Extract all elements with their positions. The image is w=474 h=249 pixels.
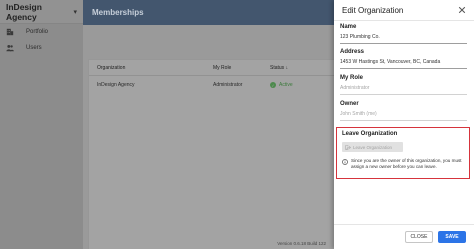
name-label: Name bbox=[340, 24, 357, 30]
leave-organization-section: Leave Organization Leave Organization Si… bbox=[336, 127, 470, 179]
version-label: Version 0.6.18 Build 122 bbox=[277, 241, 326, 246]
owner-field: John Smith (me) bbox=[340, 111, 467, 121]
check-circle-icon: ✓ bbox=[270, 82, 276, 88]
address-field[interactable]: 1453 W Hastings St, Vancouver, BC, Canad… bbox=[340, 59, 467, 69]
edit-organization-drawer: Edit Organization Name 123 Plumbing Co. … bbox=[334, 0, 474, 249]
name-field[interactable]: 123 Plumbing Co. bbox=[340, 34, 467, 44]
column-header-status-label: Status bbox=[270, 65, 285, 71]
table-row[interactable]: InDesign Agency Administrator ✓ Active bbox=[89, 77, 337, 93]
role-field: Administrator bbox=[340, 85, 467, 95]
brand-name: InDesign Agency bbox=[6, 1, 42, 22]
drawer-footer: CLOSE SAVE bbox=[334, 224, 474, 249]
address-field-group: Address 1453 W Hastings St, Vancouver, B… bbox=[340, 49, 467, 69]
owner-field-group: Owner John Smith (me) bbox=[340, 101, 467, 121]
sidebar-item-portfolio[interactable]: Portfolio bbox=[0, 24, 83, 40]
address-label: Address bbox=[340, 49, 365, 55]
sidebar: InDesign Agency ▾ Portfolio Users bbox=[0, 0, 83, 249]
role-label: My Role bbox=[340, 75, 364, 81]
caret-down-icon: ▾ bbox=[73, 8, 77, 16]
leave-organization-button: Leave Organization bbox=[342, 142, 403, 152]
leave-section-title: Leave Organization bbox=[342, 131, 398, 137]
column-header-organization[interactable]: Organization bbox=[97, 65, 125, 71]
leave-button-label: Leave Organization bbox=[353, 144, 393, 150]
table-header: Organization My Role Status ↓ bbox=[89, 60, 337, 76]
leave-note: Since you are the owner of this organiza… bbox=[342, 158, 466, 170]
cell-organization: InDesign Agency bbox=[97, 82, 135, 88]
sidebar-item-users[interactable]: Users bbox=[0, 40, 83, 56]
sidebar-item-label: Portfolio bbox=[26, 29, 49, 35]
users-icon bbox=[6, 44, 14, 52]
main-content: Organization My Role Status ↓ InDesign A… bbox=[83, 25, 338, 249]
memberships-table: Organization My Role Status ↓ InDesign A… bbox=[88, 59, 338, 249]
drawer-title: Edit Organization bbox=[342, 5, 404, 15]
status-badge: Active bbox=[279, 82, 293, 88]
owner-label: Owner bbox=[340, 101, 359, 107]
column-header-status[interactable]: Status ↓ bbox=[270, 65, 288, 71]
sidebar-item-label: Users bbox=[26, 45, 42, 51]
info-icon bbox=[342, 159, 348, 165]
exit-icon bbox=[345, 144, 351, 150]
close-button[interactable]: CLOSE bbox=[405, 231, 433, 243]
building-icon bbox=[6, 28, 14, 36]
org-switcher[interactable]: InDesign Agency ▾ bbox=[0, 0, 83, 24]
column-header-role[interactable]: My Role bbox=[213, 65, 231, 71]
role-field-group: My Role Administrator bbox=[340, 75, 467, 95]
name-field-group: Name 123 Plumbing Co. bbox=[340, 24, 467, 44]
cell-role: Administrator bbox=[213, 82, 243, 88]
drawer-header: Edit Organization bbox=[334, 0, 474, 21]
leave-note-text: Since you are the owner of this organiza… bbox=[351, 158, 462, 169]
page-title: Memberships bbox=[92, 8, 144, 17]
sort-arrow-icon: ↓ bbox=[285, 65, 289, 71]
save-button[interactable]: SAVE bbox=[438, 231, 466, 243]
cell-status: ✓ Active bbox=[270, 82, 293, 88]
close-icon[interactable] bbox=[458, 6, 466, 14]
